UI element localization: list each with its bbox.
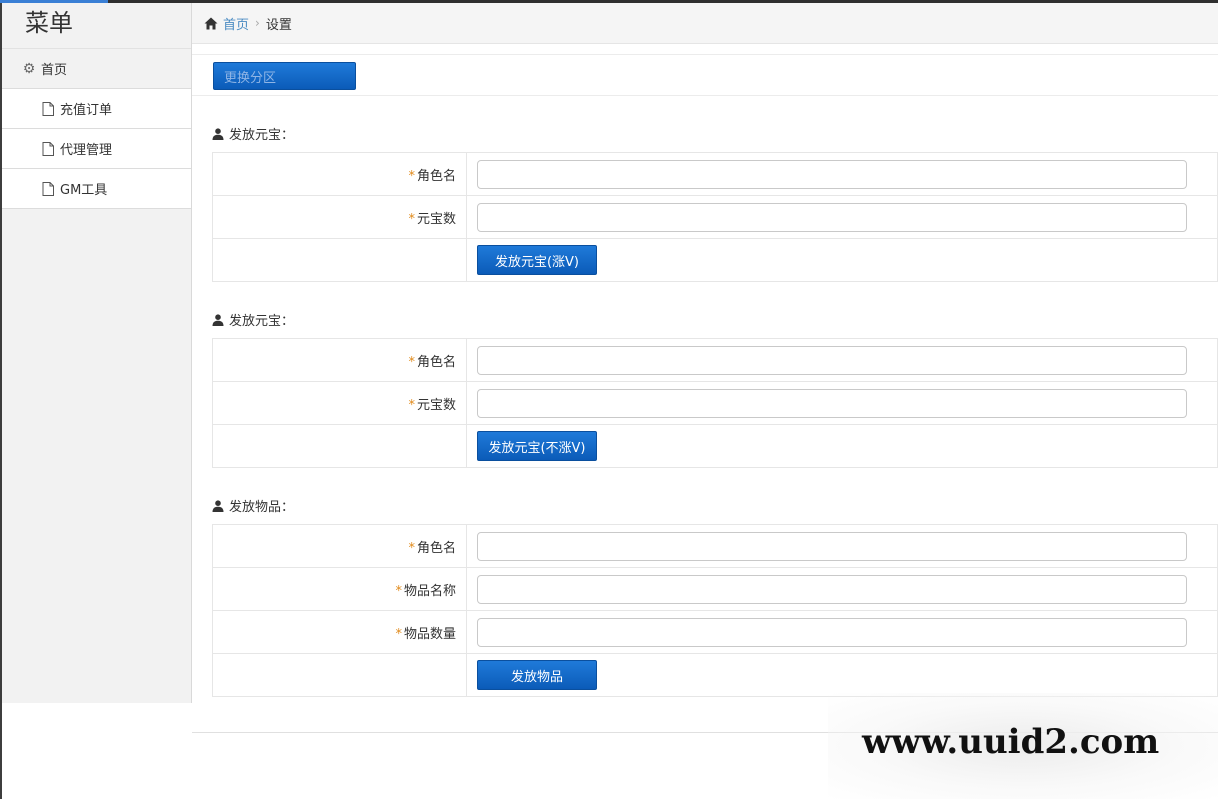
issue-item-button[interactable]: 发放物品: [477, 660, 597, 690]
required-marker: *: [408, 540, 415, 556]
file-icon: [42, 141, 54, 156]
section-title: 发放元宝：: [212, 310, 294, 329]
form-row: * 角色名: [212, 524, 1218, 568]
chevron-right-icon: ›: [255, 16, 260, 30]
sidebar-title: 菜单: [2, 3, 191, 49]
user-icon: [212, 127, 224, 140]
ingot-amount-input[interactable]: [477, 202, 1187, 232]
gear-icon: ⚙: [22, 60, 36, 77]
required-marker: *: [408, 354, 415, 370]
form-row: 发放元宝(不涨V): [212, 424, 1218, 468]
sidebar-item-label: GM工具: [60, 183, 108, 198]
role-name-input[interactable]: [477, 531, 1187, 561]
form-row: * 元宝数: [212, 195, 1218, 239]
form-row: 发放元宝(涨V): [212, 238, 1218, 282]
breadcrumb-current: 设置: [265, 17, 292, 33]
field-label: * 角色名: [212, 524, 467, 568]
required-marker: *: [395, 626, 402, 642]
issue-ingot-novip-button[interactable]: 发放元宝(不涨V): [477, 431, 597, 461]
section-title-text: 发放元宝：: [229, 128, 295, 143]
breadcrumb-home-link[interactable]: 首页: [223, 14, 249, 33]
sidebar-item-gm-tools[interactable]: GM工具: [2, 169, 191, 209]
required-marker: *: [395, 583, 402, 599]
ingot-form-vip: * 角色名 * 元宝数 发放元宝(涨V): [212, 152, 1218, 282]
field-label: * 物品名称: [212, 567, 467, 611]
sidebar-item-agent-management[interactable]: 代理管理: [2, 129, 191, 169]
sidebar-item-label: 代理管理: [60, 143, 113, 158]
field-label: * 角色名: [212, 338, 467, 382]
role-name-input[interactable]: [477, 159, 1187, 189]
home-icon: [204, 17, 218, 29]
file-icon: [42, 181, 54, 196]
field-label: * 元宝数: [212, 195, 467, 239]
section-title: 发放元宝：: [212, 124, 294, 143]
item-form: * 角色名 * 物品名称 * 物品数量 发放物品: [212, 524, 1218, 697]
sidebar-item-label: 首页: [41, 63, 68, 78]
form-row: * 元宝数: [212, 381, 1218, 425]
field-label: * 物品数量: [212, 610, 467, 654]
item-name-input[interactable]: [477, 574, 1187, 604]
sidebar-item-label: 充值订单: [60, 103, 113, 118]
section-title-text: 发放元宝：: [229, 314, 295, 329]
sidebar-item-home[interactable]: ⚙ 首页: [2, 49, 191, 89]
form-row: * 角色名: [212, 338, 1218, 382]
breadcrumb: 首页 › 设置: [192, 3, 1218, 44]
file-icon: [42, 101, 54, 116]
section-title-text: 发放物品：: [229, 500, 295, 515]
role-name-input[interactable]: [477, 345, 1187, 375]
field-label: * 角色名: [212, 152, 467, 196]
item-quantity-input[interactable]: [477, 617, 1187, 647]
ingot-form-novip: * 角色名 * 元宝数 发放元宝(不涨V): [212, 338, 1218, 468]
form-row: * 物品名称: [212, 567, 1218, 611]
ingot-amount-input[interactable]: [477, 388, 1187, 418]
form-row: * 角色名: [212, 152, 1218, 196]
watermark: www.uuid2.com: [862, 722, 1160, 762]
switch-partition-button[interactable]: 更换分区: [213, 62, 356, 90]
toolbar: 更换分区: [192, 54, 1218, 96]
form-row: 发放物品: [212, 653, 1218, 697]
sidebar: 菜单 ⚙ 首页 充值订单 代理管理 GM工具: [2, 3, 192, 703]
section-title: 发放物品：: [212, 496, 294, 515]
required-marker: *: [408, 211, 415, 227]
field-label: * 元宝数: [212, 381, 467, 425]
sidebar-item-recharge-orders[interactable]: 充值订单: [2, 89, 191, 129]
form-row: * 物品数量: [212, 610, 1218, 654]
issue-ingot-vip-button[interactable]: 发放元宝(涨V): [477, 245, 597, 275]
required-marker: *: [408, 168, 415, 184]
user-icon: [212, 499, 224, 512]
user-icon: [212, 313, 224, 326]
required-marker: *: [408, 397, 415, 413]
